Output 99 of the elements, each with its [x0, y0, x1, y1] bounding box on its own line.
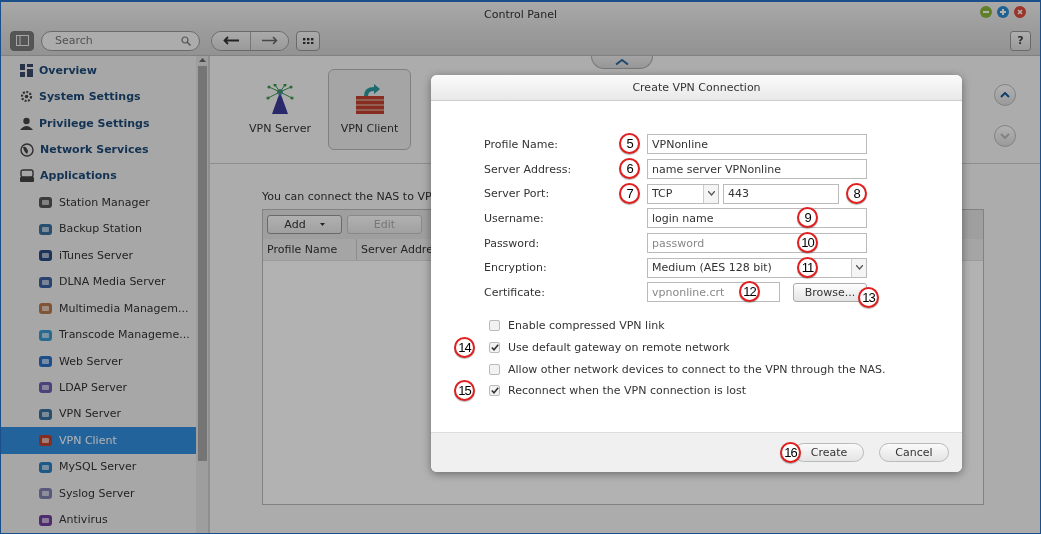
minimize-icon[interactable]: [980, 6, 992, 18]
panel-icon: [15, 35, 29, 46]
app-icon: [38, 248, 53, 263]
sidebar-item[interactable]: Syslog Server: [1, 480, 196, 507]
field-label: Server Port:: [484, 187, 551, 201]
sidebar-item[interactable]: Privilege Settings: [1, 109, 196, 137]
intro-text: You can connect the NAS to VP: [262, 190, 432, 203]
scrollbar[interactable]: [196, 56, 208, 533]
app-tab[interactable]: VPN Client: [328, 69, 411, 150]
gear-icon: [20, 90, 33, 104]
scroll-up-button[interactable]: [994, 84, 1016, 106]
checkbox[interactable]: [489, 363, 500, 375]
option-label: Reconnect when the VPN connection is lost: [508, 384, 747, 398]
sidebar-item[interactable]: System Settings: [1, 83, 196, 110]
sidebar-item[interactable]: Transcode Manageme...: [1, 321, 196, 348]
back-arrow-icon: [223, 36, 239, 45]
callout-number: 14: [454, 336, 475, 358]
callout-number: 5: [619, 133, 640, 155]
app-tab[interactable]: VPN Server: [244, 69, 316, 150]
sidebar-item[interactable]: Station Manager: [1, 189, 196, 216]
sidebar-item[interactable]: VPN Server: [1, 400, 196, 428]
sidebar-toggle[interactable]: [10, 30, 34, 51]
option-label: Use default gateway on remote network: [508, 340, 730, 354]
caret-icon: [855, 265, 863, 271]
scroll-up-arrow-icon[interactable]: [198, 58, 206, 62]
callout-number: 7: [619, 182, 640, 204]
field-label: Password:: [484, 236, 541, 250]
callout-number: 13: [858, 287, 879, 309]
protocol-dropdown[interactable]: TCP: [647, 183, 719, 204]
app-icon: [38, 274, 53, 289]
caret-icon: [319, 223, 325, 226]
forward-button[interactable]: [250, 31, 288, 50]
checkbox[interactable]: [489, 341, 500, 353]
sidebar-item[interactable]: Overview: [1, 57, 196, 84]
dialog-title: Create VPN Connection: [632, 81, 761, 94]
add-button[interactable]: Add: [267, 215, 342, 234]
port-field[interactable]: 443: [723, 183, 839, 204]
sidebar-item[interactable]: Antivirus: [1, 506, 196, 533]
help-button[interactable]: ?: [1010, 30, 1031, 51]
app-icon: [38, 433, 53, 448]
chevron-up-icon: [1000, 92, 1010, 98]
sidebar-item[interactable]: Network Services: [1, 136, 196, 163]
app-icon: [38, 406, 53, 421]
app-icon: [38, 301, 53, 316]
checkbox[interactable]: [489, 320, 500, 332]
close-icon[interactable]: [1014, 6, 1026, 18]
app-icon: [38, 486, 53, 501]
sidebar-item[interactable]: Multimedia Managem...: [1, 294, 196, 322]
text-field[interactable]: name server VPNonline: [647, 159, 867, 180]
callout-number: 8: [846, 182, 867, 204]
callout-number: 15: [454, 379, 475, 401]
option-label: Allow other network devices to connect to the VPN through the NAS.: [508, 362, 886, 376]
field-label: Server Address:: [484, 162, 573, 176]
person-icon: [20, 116, 33, 130]
app-icon: [38, 195, 53, 210]
sidebar-item[interactable]: Backup Station: [1, 215, 196, 243]
apps-button[interactable]: [296, 30, 320, 51]
text-field[interactable]: VPNonline: [647, 134, 867, 155]
field-label: Username:: [484, 211, 545, 225]
chevron-down-icon: [1000, 133, 1010, 139]
app-icon: [38, 459, 53, 474]
column-header[interactable]: Profile Name: [263, 239, 357, 260]
search-icon: [181, 35, 191, 46]
app-icon: [38, 221, 53, 236]
network-tower-icon: [266, 84, 294, 116]
sidebar-item[interactable]: LDAP Server: [1, 374, 196, 401]
callout-number: 6: [619, 158, 640, 180]
firewall-icon: [353, 84, 386, 116]
back-button[interactable]: [212, 31, 250, 50]
sidebar-item[interactable]: Web Server: [1, 347, 196, 375]
chevron-up-icon: [615, 59, 629, 65]
forward-arrow-icon: [261, 36, 278, 45]
field-label: Certificate:: [484, 285, 546, 299]
globe-icon: [20, 142, 34, 157]
app-icon: [38, 380, 53, 395]
field-label: Profile Name:: [484, 137, 559, 151]
maximize-icon[interactable]: [997, 6, 1009, 18]
sidebar-item[interactable]: Applications: [1, 162, 196, 190]
search-input[interactable]: Search: [53, 33, 181, 48]
check-icon: [490, 343, 499, 351]
field-label: Encryption:: [484, 261, 548, 275]
grid-dots-icon: [302, 37, 314, 44]
app-icon: [38, 354, 53, 369]
cancel-button[interactable]: Cancel: [879, 443, 949, 462]
sidebar-item[interactable]: iTunes Server: [1, 242, 196, 269]
sidebar-item[interactable]: MySQL Server: [1, 453, 196, 480]
check-icon: [490, 387, 499, 395]
caret-icon: [707, 191, 715, 197]
app-icon: [38, 512, 53, 527]
option-label: Enable compressed VPN link: [508, 319, 665, 333]
collapse-tab[interactable]: [591, 56, 653, 69]
callout-number: 16: [780, 442, 801, 463]
window-title: Control Panel: [484, 7, 557, 21]
sidebar-item[interactable]: DLNA Media Server: [1, 268, 196, 295]
grid-icon: [20, 63, 33, 77]
search-field[interactable]: Search: [41, 30, 200, 51]
drive-icon: [20, 169, 34, 183]
checkbox[interactable]: [489, 385, 500, 397]
app-icon: [38, 327, 53, 342]
